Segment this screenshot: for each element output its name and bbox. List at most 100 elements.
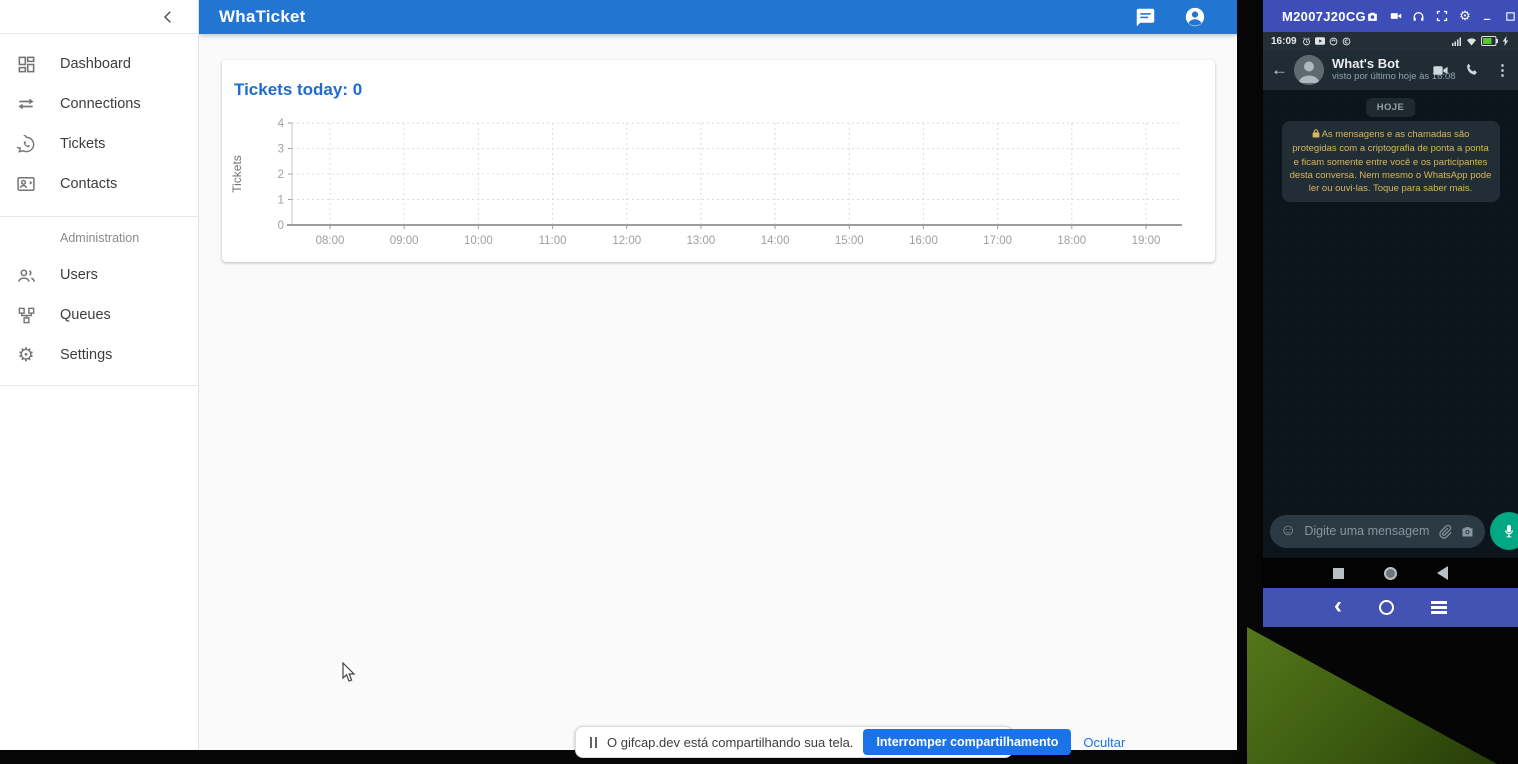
scrcpy-back-button[interactable]: ‹ [1334,594,1342,618]
chat-area: HOJE As mensagens e as chamadas são prot… [1263,90,1518,558]
more-options-icon[interactable]: ⋮ [1495,61,1510,79]
home-button[interactable] [1384,567,1397,580]
svg-text:10:00: 10:00 [464,235,493,247]
sidebar-header [0,0,198,34]
sidebar-item-label: Users [60,267,98,283]
message-input-row: ☺ Digite uma mensagem [1270,512,1513,550]
minimize-window-icon[interactable] [1481,9,1495,23]
record-video-icon[interactable] [1389,9,1403,23]
lock-icon [1312,129,1320,142]
date-chip: HOJE [1366,98,1415,117]
contact-name: What's Bot [1332,57,1432,72]
whatsapp-header: ← What's Bot visto por último hoje às 16… [1263,50,1518,90]
status-time: 16:09 [1271,36,1297,47]
settings-gear-icon[interactable]: ⚙ [1458,9,1472,23]
contact-info[interactable]: What's Bot visto por último hoje às 16:0… [1332,57,1432,83]
svg-text:18:00: 18:00 [1057,235,1086,247]
recents-button[interactable] [1333,568,1344,579]
whatsapp-icon [14,132,38,156]
svg-text:4: 4 [278,118,285,130]
pause-icon [590,737,597,748]
svg-text:0: 0 [278,220,284,232]
announcements-chat-icon[interactable] [1133,5,1157,29]
notification-app-icon [1342,37,1351,46]
desktop: WhaTicket [0,0,1518,764]
svg-text:1: 1 [278,195,284,207]
dashboard-icon [14,52,38,76]
sidebar-item-dashboard[interactable]: Dashboard [0,44,198,84]
voice-call-icon[interactable] [1464,62,1480,78]
mouse-cursor [342,662,358,689]
app-title: WhaTicket [219,7,306,27]
svg-text:08:00: 08:00 [316,235,345,247]
last-seen: visto por último hoje às 16:08 [1332,72,1432,83]
svg-text:14:00: 14:00 [761,235,790,247]
charging-bolt-icon [1502,36,1510,46]
svg-text:12:00: 12:00 [612,235,641,247]
mic-button[interactable] [1490,512,1518,550]
whaticket-app: WhaTicket [0,0,1237,750]
message-input[interactable]: ☺ Digite uma mensagem [1270,515,1485,548]
android-nav-bar [1263,558,1518,588]
chart-title: Tickets today: 0 [222,60,1215,100]
sidebar: Dashboard Connections Tickets [0,0,199,750]
svg-text:16:00: 16:00 [909,235,938,247]
scrcpy-nav-bar: ‹ [1263,588,1518,627]
wifi-icon [1466,37,1477,46]
svg-text:11:00: 11:00 [539,235,567,247]
svg-text:2: 2 [278,169,284,181]
signal-icon [1452,37,1462,46]
sidebar-item-label: Settings [60,347,112,363]
admin-section-header: Administration [0,223,198,255]
emoji-icon[interactable]: ☺ [1280,523,1296,539]
android-statusbar: 16:09 [1263,32,1518,50]
app-bar: WhaTicket [199,0,1237,34]
encryption-notice-text: As mensagens e as chamadas são protegida… [1290,129,1492,194]
maximize-window-icon[interactable] [1504,9,1518,23]
sidebar-item-connections[interactable]: Connections [0,84,198,124]
stop-sharing-button[interactable]: Interromper compartilhamento [863,729,1071,755]
tickets-chart-card: Tickets today: 0 4 3 2 1 0 08:00 09:00 10:00 11:… [222,60,1215,262]
headphones-icon[interactable] [1412,9,1426,23]
fullscreen-icon[interactable] [1435,9,1449,23]
battery-icon [1481,36,1498,46]
phone-window-title: M2007J20CG [1282,9,1366,24]
svg-text:19:00: 19:00 [1132,235,1161,247]
collapse-sidebar-button[interactable] [156,5,180,29]
sidebar-item-label: Tickets [60,136,105,152]
scrcpy-home-button[interactable] [1379,600,1394,615]
sidebar-item-contacts[interactable]: Contacts [0,164,198,204]
back-button[interactable] [1437,566,1448,580]
sidebar-item-queues[interactable]: Queues [0,295,198,335]
svg-text:3: 3 [278,144,284,156]
hide-link[interactable]: Ocultar [1083,735,1125,750]
scrcpy-phone-window: M2007J20CG ⚙ 16:09 [1263,0,1518,627]
back-arrow-icon[interactable]: ← [1271,60,1288,80]
svg-text:17:00: 17:00 [983,235,1012,247]
svg-text:15:00: 15:00 [835,235,864,247]
account-tree-icon [14,303,38,327]
scrcpy-menu-button[interactable] [1431,601,1447,614]
tickets-line-chart: 4321008:0009:0010:0011:0012:0013:0014:00… [227,110,1202,258]
sidebar-divider [0,216,198,217]
svg-text:Tickets: Tickets [230,155,244,193]
sidebar-item-users[interactable]: Users [0,255,198,295]
phone-window-titlebar[interactable]: M2007J20CG ⚙ [1263,0,1518,32]
share-message: O gifcap.dev está compartilhando sua tel… [607,735,853,750]
contact-card-icon [14,172,38,196]
screenshot-camera-icon[interactable] [1366,9,1380,23]
sidebar-item-label: Contacts [60,176,117,192]
encryption-notice[interactable]: As mensagens e as chamadas são protegida… [1282,121,1500,202]
users-icon [14,263,38,287]
video-call-icon[interactable] [1432,62,1449,79]
sidebar-item-tickets[interactable]: Tickets [0,124,198,164]
account-icon[interactable] [1183,5,1207,29]
youtube-icon [1315,37,1325,45]
screen-share-bar: O gifcap.dev está compartilhando sua tel… [575,726,1013,758]
attach-icon[interactable] [1437,524,1452,539]
svg-text:09:00: 09:00 [390,235,419,247]
message-placeholder: Digite uma mensagem [1304,524,1429,538]
sidebar-item-settings[interactable]: ⚙ Settings [0,335,198,375]
contact-avatar[interactable] [1294,55,1324,85]
camera-icon[interactable] [1460,524,1475,539]
